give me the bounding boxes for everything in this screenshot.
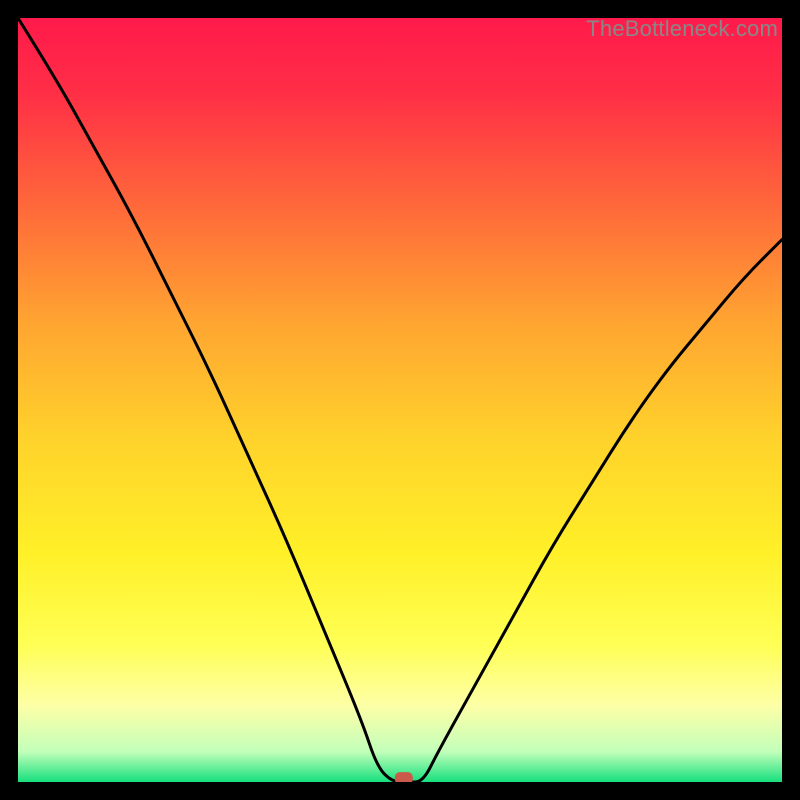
chart-frame: TheBottleneck.com bbox=[18, 18, 782, 782]
gradient-background bbox=[18, 18, 782, 782]
watermark-text: TheBottleneck.com bbox=[586, 16, 778, 42]
optimal-marker bbox=[395, 772, 413, 782]
bottleneck-chart bbox=[18, 18, 782, 782]
